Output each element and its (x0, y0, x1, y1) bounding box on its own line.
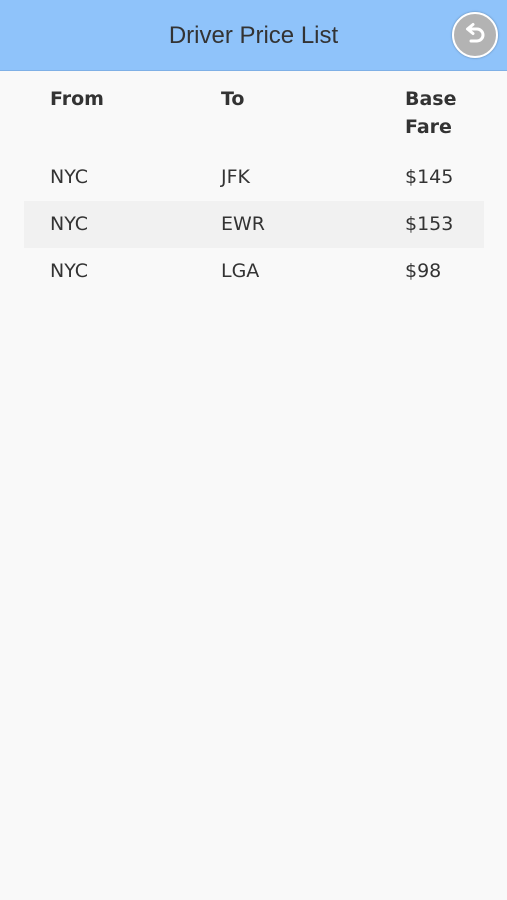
cell-to: JFK (221, 166, 250, 188)
back-button[interactable] (452, 12, 498, 58)
table-header-row: From To Base Fare (24, 71, 484, 154)
undo-arrow-icon (462, 22, 488, 48)
cell-from: NYC (50, 213, 89, 235)
cell-from: NYC (50, 166, 89, 188)
cell-fare: $145 (405, 166, 454, 188)
column-header-to: To (221, 88, 245, 110)
cell-to: LGA (221, 260, 260, 282)
table-row: NYC LGA $98 (24, 248, 484, 295)
cell-to: EWR (221, 213, 265, 235)
app-header: Driver Price List (0, 0, 507, 71)
price-table: From To Base Fare NYC JFK $145 NYC EWR $… (24, 71, 484, 295)
cell-fare: $98 (405, 260, 442, 282)
column-header-base-fare: Base Fare (405, 88, 457, 138)
cell-fare: $153 (405, 213, 454, 235)
table-row: NYC JFK $145 (24, 154, 484, 201)
table-row: NYC EWR $153 (24, 201, 484, 248)
cell-from: NYC (50, 260, 89, 282)
column-header-from: From (50, 88, 104, 110)
page-title: Driver Price List (168, 22, 339, 49)
